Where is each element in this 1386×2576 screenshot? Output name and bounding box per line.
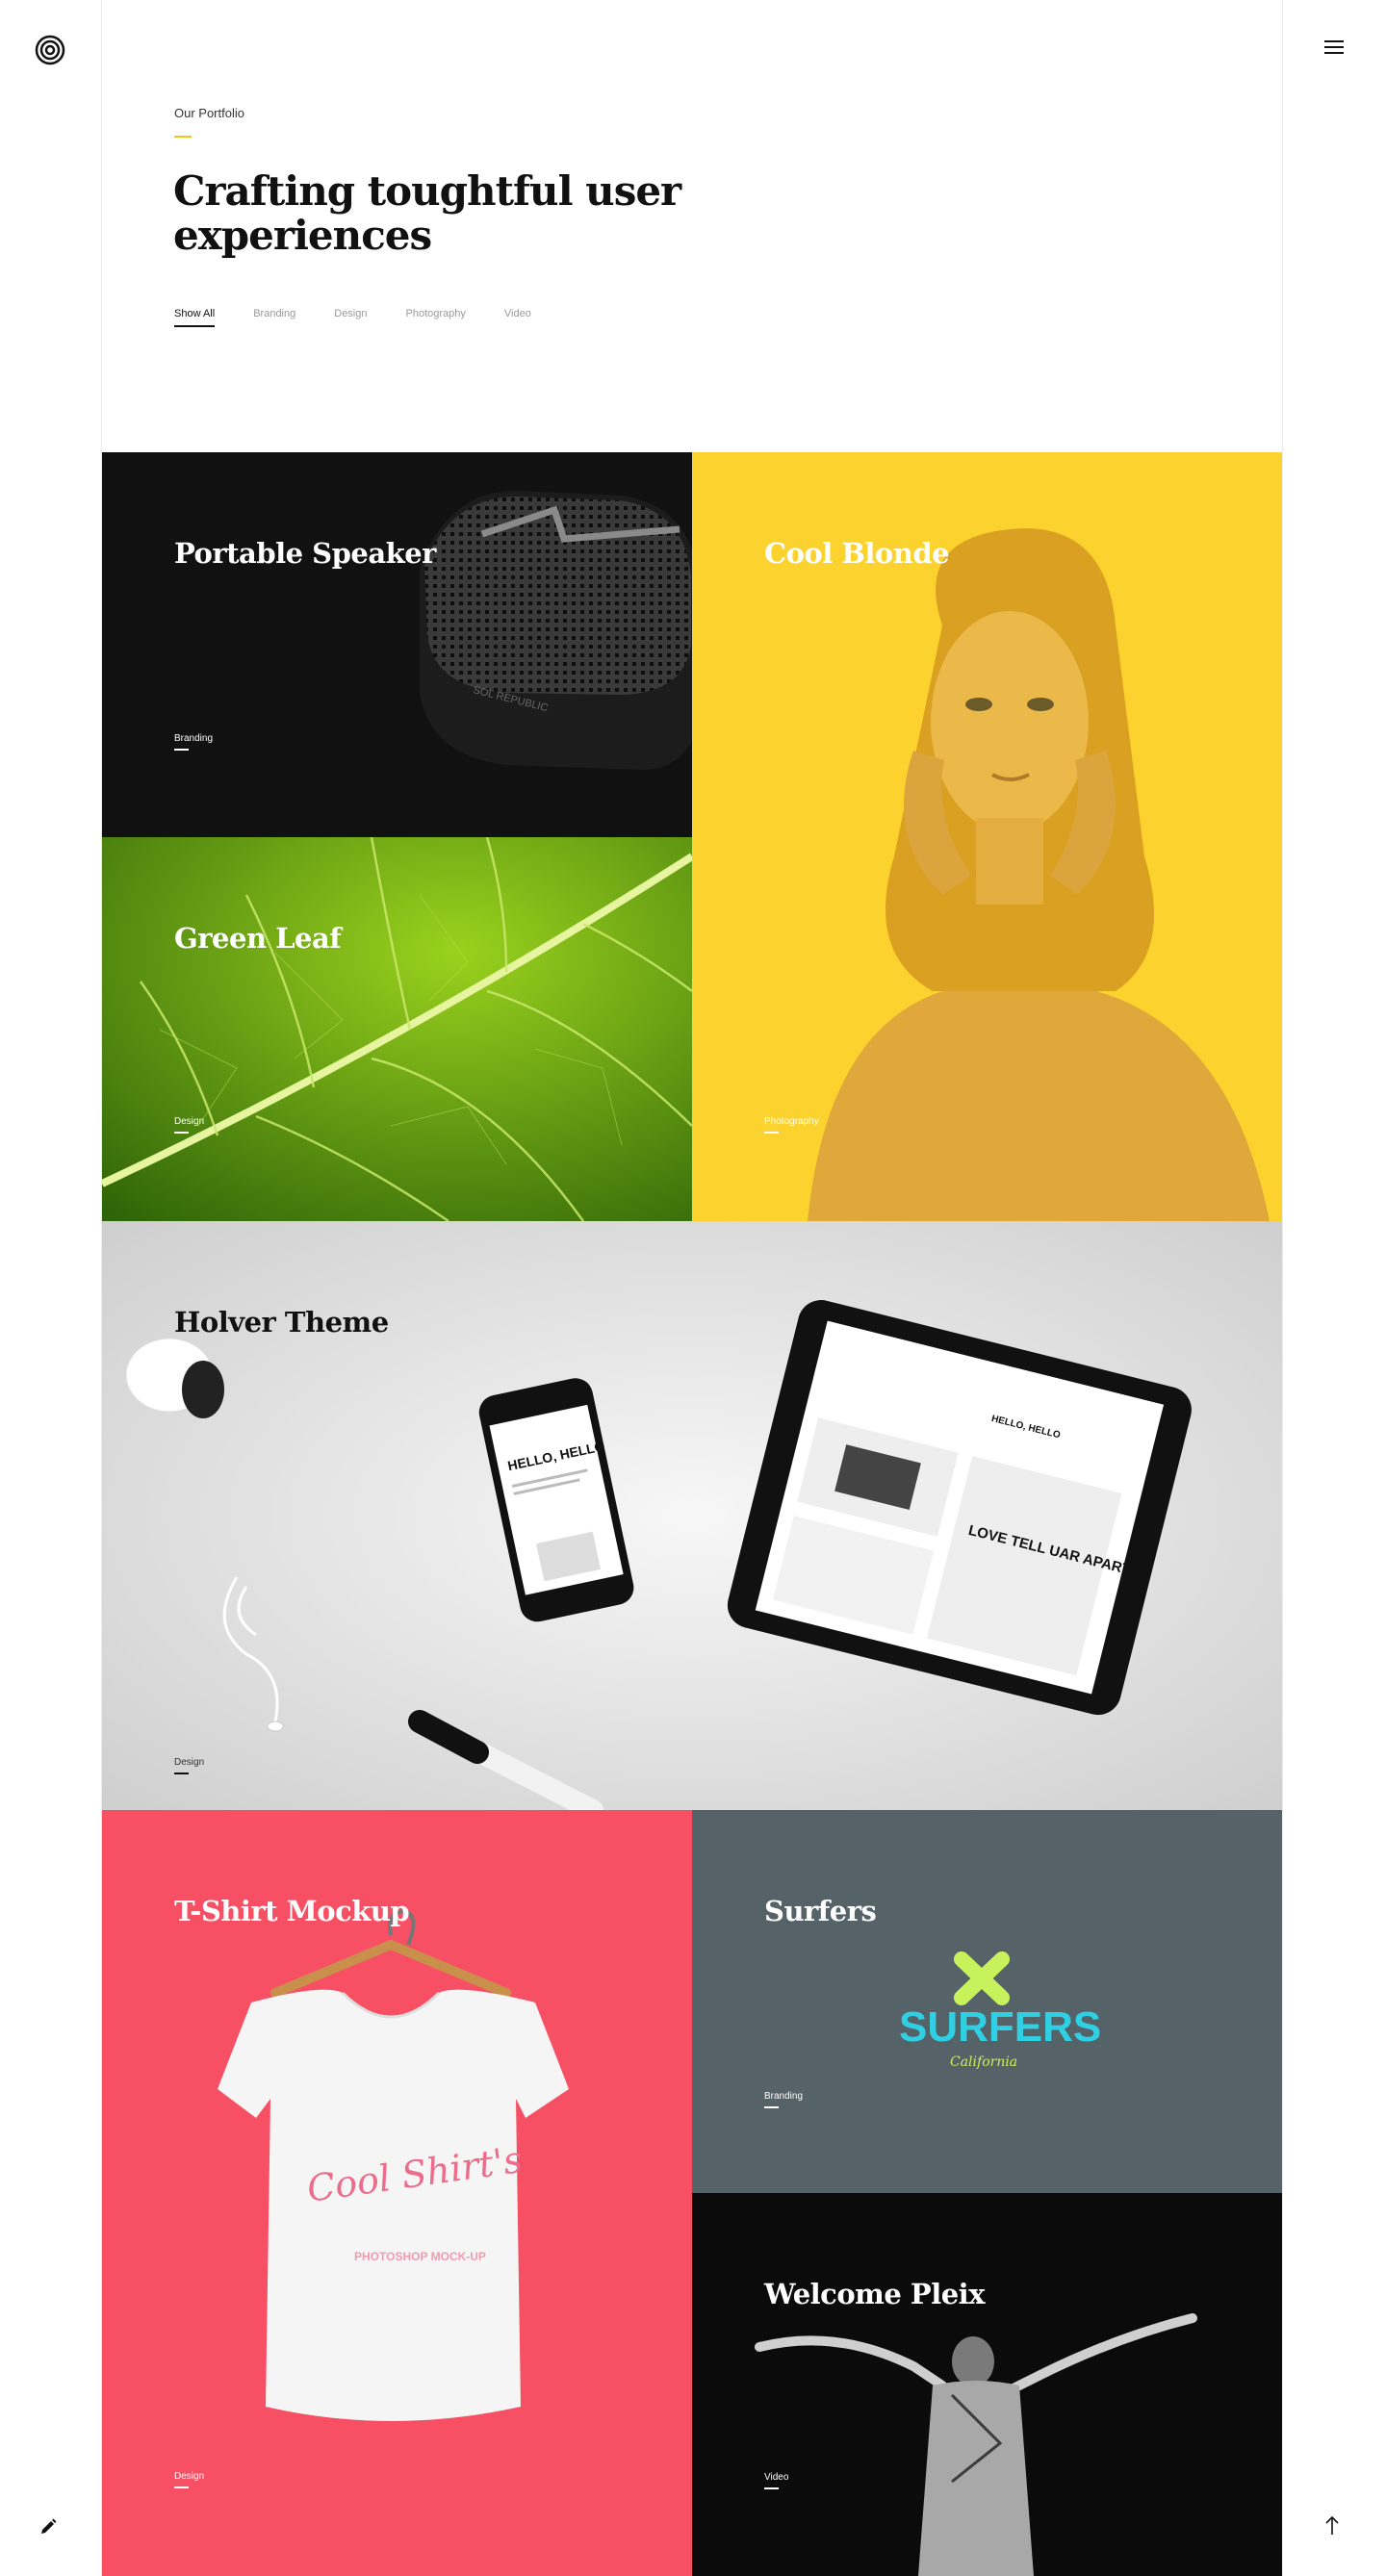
tile-category-line: [174, 1773, 189, 1774]
hamburger-menu-icon[interactable]: [1324, 40, 1344, 56]
tile-category[interactable]: Photography: [764, 1116, 819, 1127]
surfers-logo-image: SURFERS California: [899, 1951, 1101, 2070]
tile-category-line: [764, 2487, 779, 2489]
portfolio-header: Our Portfolio Crafting toughtful user ex…: [102, 0, 1282, 452]
left-rail: [0, 0, 102, 2576]
page-title: Crafting toughtful user experiences: [173, 167, 681, 259]
tile-category[interactable]: Branding: [174, 733, 213, 744]
filter-branding[interactable]: Branding: [253, 308, 295, 327]
tile-category-line: [764, 1132, 779, 1134]
shirt-sub-text: PHOTOSHOP MOCK-UP: [354, 2250, 486, 2263]
tile-title: T-Shirt Mockup: [174, 1895, 410, 1927]
tile-category-line: [764, 2106, 779, 2108]
pencil-icon[interactable]: [38, 2517, 58, 2537]
filter-design[interactable]: Design: [334, 308, 367, 327]
eyebrow-label: Our Portfolio: [174, 106, 244, 120]
tile-title: Surfers: [764, 1895, 877, 1927]
tile-title: Welcome Pleix: [764, 2278, 985, 2310]
project-tile-surfers[interactable]: SURFERS California Surfers Branding: [692, 1810, 1282, 2193]
tile-title: Holver Theme: [174, 1306, 389, 1339]
surfers-sub-text: California: [950, 2054, 1017, 2070]
project-tile-welcome-pleix[interactable]: Welcome Pleix Video: [692, 2193, 1282, 2576]
project-tile-tshirt-mockup[interactable]: Cool Shirt's PHOTOSHOP MOCK-UP T-Shirt M…: [102, 1810, 692, 2576]
project-tile-holver-theme[interactable]: HELLO, HELLO HELLO, HELLO LOVE TELL UAR …: [102, 1221, 1282, 1810]
tile-category[interactable]: Design: [174, 1757, 204, 1768]
tile-category[interactable]: Design: [174, 1116, 204, 1127]
project-tile-portable-speaker[interactable]: SOL REPUBLIC Portable Speaker Branding: [102, 452, 692, 837]
tile-title: Cool Blonde: [764, 537, 950, 570]
tile-category[interactable]: Design: [174, 2471, 204, 2482]
tile-title: Green Leaf: [174, 922, 342, 955]
dancer-image: [755, 2313, 1197, 2576]
tile-category[interactable]: Branding: [764, 2091, 803, 2102]
filter-video[interactable]: Video: [504, 308, 531, 327]
project-tile-cool-blonde[interactable]: Cool Blonde Photography: [692, 452, 1282, 1221]
tile-category-line: [174, 2487, 189, 2488]
project-tile-green-leaf[interactable]: Green Leaf Design: [102, 837, 692, 1221]
tile-category-line: [174, 1132, 189, 1134]
arrow-up-icon[interactable]: [1322, 2515, 1342, 2537]
leaf-image: [102, 837, 692, 1221]
speaker-image: SOL REPUBLIC: [420, 491, 692, 770]
tile-category-line: [174, 749, 189, 751]
portfolio-filters: Show All Branding Design Photography Vid…: [174, 308, 531, 327]
tile-category[interactable]: Video: [764, 2472, 788, 2483]
eyebrow-accent-line: [174, 136, 192, 138]
concentric-circles-logo-icon[interactable]: [35, 35, 65, 65]
surfers-logo-text: SURFERS: [899, 2003, 1101, 2051]
tile-title: Portable Speaker: [174, 537, 436, 570]
right-rail: [1282, 0, 1386, 2576]
filter-show-all[interactable]: Show All: [174, 308, 216, 327]
filter-photography[interactable]: Photography: [406, 308, 466, 327]
